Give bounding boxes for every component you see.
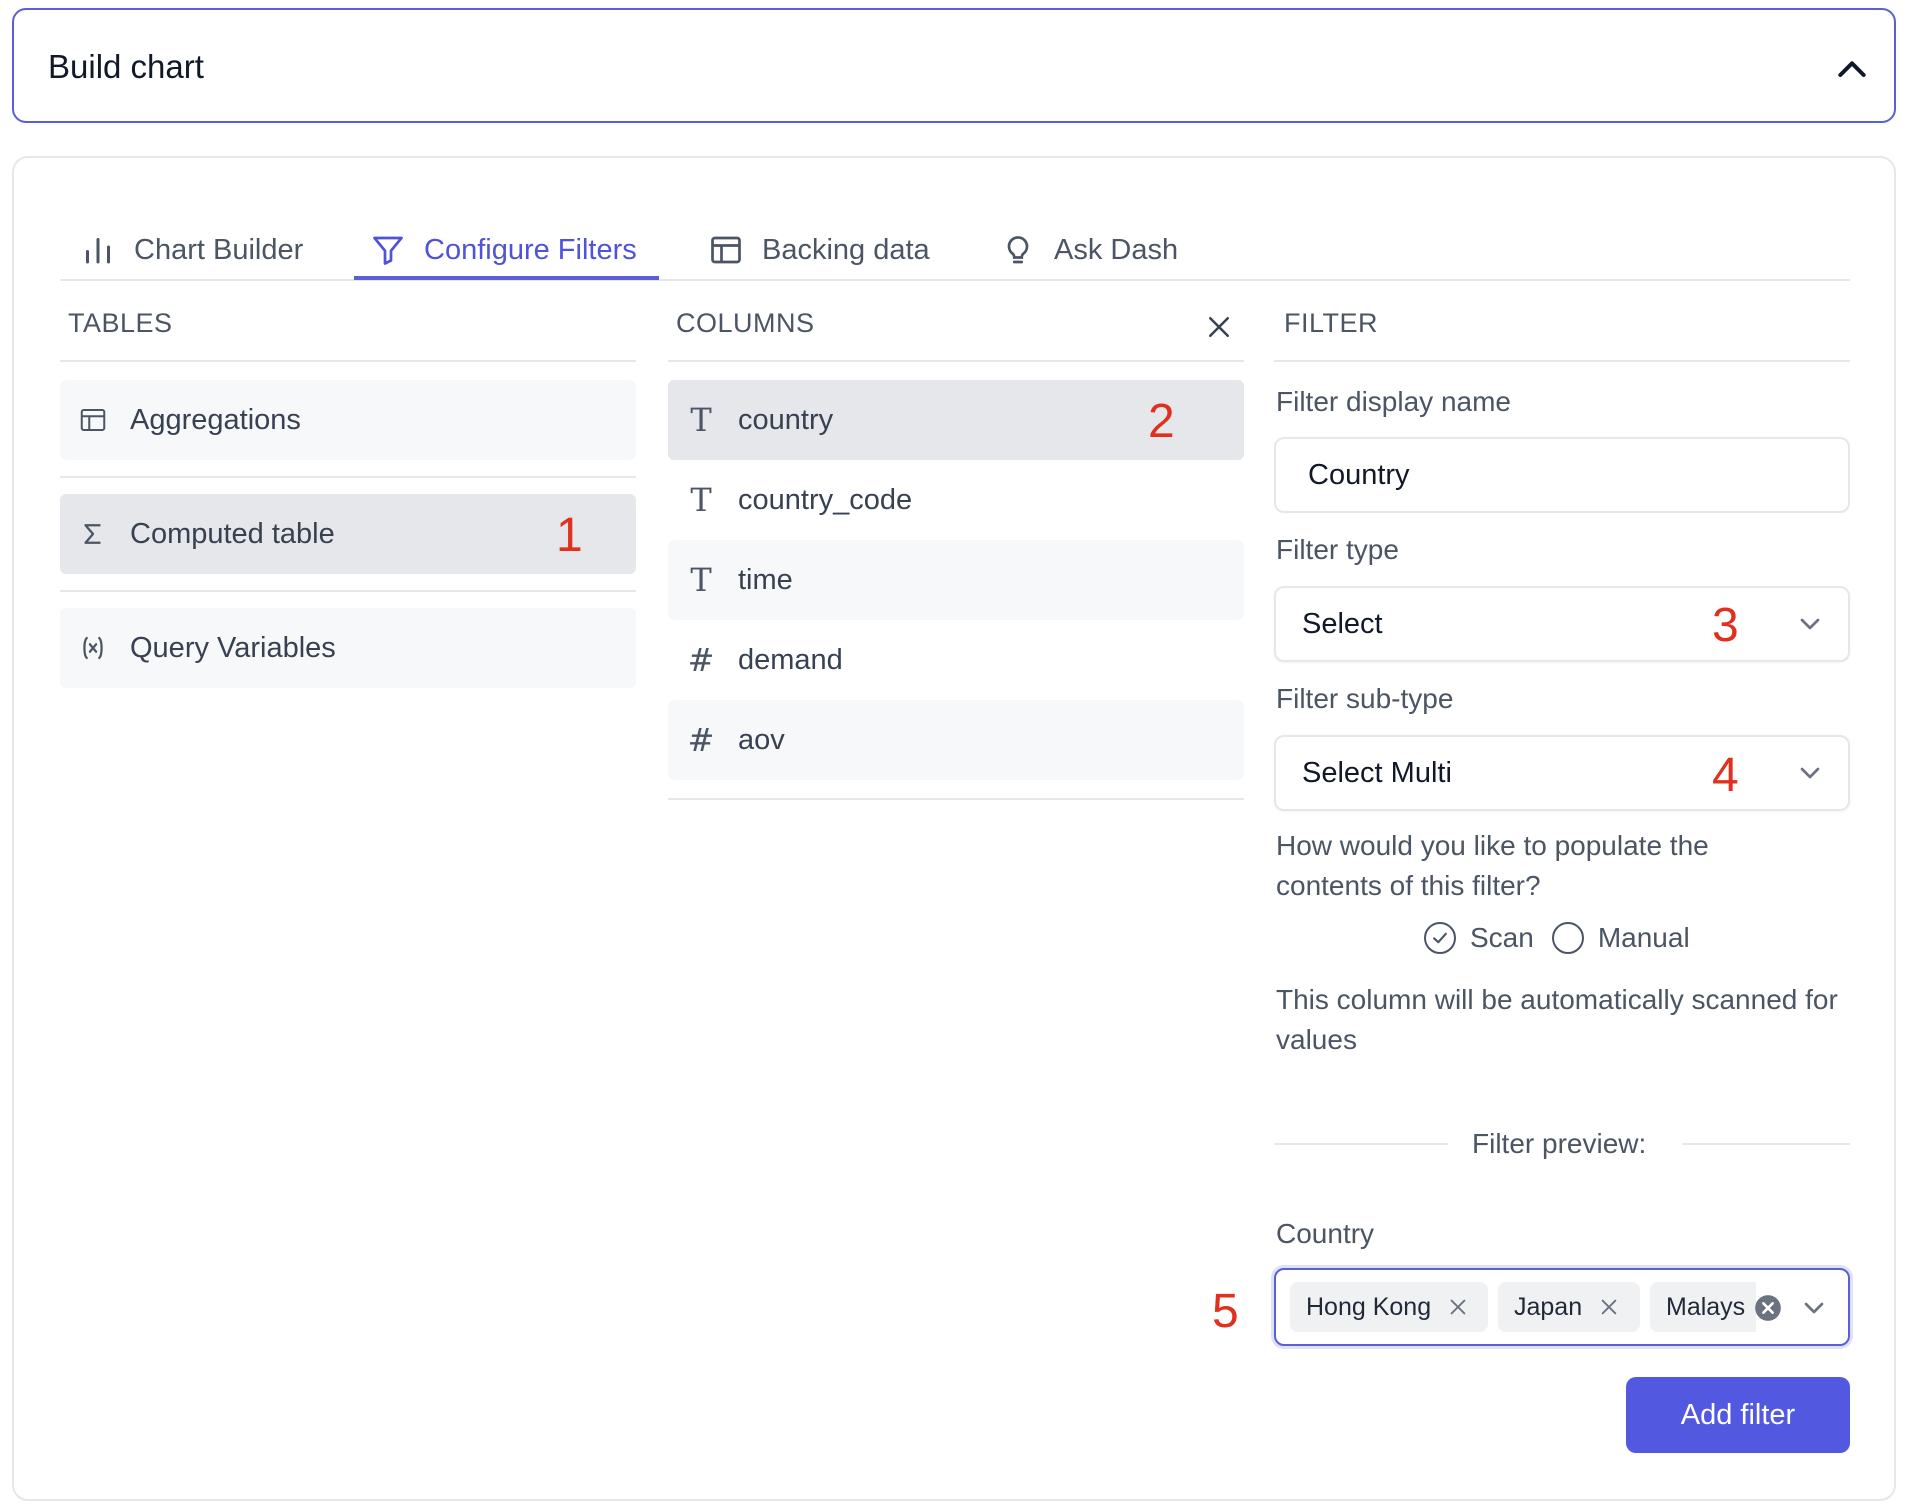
chip-malaysia: Malays (1650, 1282, 1756, 1332)
variable-icon (83, 636, 103, 660)
filter-display-name-input[interactable]: Country (1274, 437, 1850, 513)
column-item-label: time (738, 563, 793, 596)
chip-label: Hong Kong (1306, 1292, 1432, 1321)
remove-chip-icon[interactable] (1598, 1296, 1620, 1318)
preview-divider-left (1274, 1143, 1448, 1145)
chip-label: Japan (1514, 1292, 1583, 1321)
scan-radio-label[interactable]: Scan (1470, 922, 1534, 954)
lightbulb-icon (1007, 236, 1029, 264)
filter-subtype-label: Filter sub-type (1276, 683, 1454, 714)
chip-japan: Japan (1498, 1282, 1640, 1332)
tab-label: Configure Filters (424, 233, 637, 266)
manual-radio-label[interactable]: Manual (1598, 922, 1690, 954)
table-item-query-variables[interactable]: Query Variables (60, 608, 636, 688)
column-item-demand[interactable]: # demand (668, 620, 1244, 700)
columns-bottom-divider (668, 798, 1244, 800)
text-type-icon: T (690, 401, 712, 439)
filter-type-select[interactable]: Select (1274, 586, 1850, 662)
text-type-icon: T (690, 481, 712, 519)
annotation-number-5: 5 (1212, 1285, 1239, 1338)
clear-all-icon[interactable] (1754, 1294, 1782, 1322)
preview-divider-right (1682, 1143, 1850, 1145)
columns-heading-divider (668, 360, 1244, 362)
filter-subtype-value: Select Multi (1302, 756, 1452, 789)
number-type-icon: # (687, 641, 715, 679)
annotation-number-4: 4 (1712, 749, 1739, 802)
tables-heading-divider (60, 360, 636, 362)
chevron-down-icon (1800, 618, 1820, 630)
annotation-number-2: 2 (1148, 395, 1175, 448)
filter-subtype-select[interactable]: Select Multi (1274, 735, 1850, 811)
populate-radio-group: Scan Manual (1424, 922, 1690, 954)
chevron-up-icon[interactable] (1832, 50, 1872, 90)
tab-label: Backing data (762, 233, 930, 266)
column-item-label: country (738, 403, 834, 436)
filter-display-name-label: Filter display name (1276, 386, 1511, 417)
table-item-computed-table[interactable]: Computed table (60, 494, 636, 574)
tab-chart-builder[interactable]: Chart Builder (80, 218, 303, 282)
chevron-down-icon[interactable] (1798, 1292, 1830, 1324)
chip-hong-kong: Hong Kong (1290, 1282, 1488, 1332)
filter-heading: FILTER (1284, 308, 1379, 338)
column-item-country-code[interactable]: T country_code (668, 460, 1244, 540)
populate-question: How would you like to populate the conte… (1276, 830, 1709, 901)
chip-label: Malays (1666, 1292, 1746, 1321)
filter-type-label: Filter type (1276, 534, 1399, 565)
column-item-time[interactable]: T time (668, 540, 1244, 620)
column-item-label: aov (738, 723, 785, 756)
check-icon (1433, 932, 1447, 944)
table-icon (80, 409, 106, 431)
column-item-label: demand (738, 643, 843, 676)
tab-label: Ask Dash (1054, 233, 1179, 266)
table-item-label: Computed table (130, 517, 335, 550)
tab-configure-filters[interactable]: Configure Filters (370, 218, 637, 282)
table-icon (711, 236, 741, 264)
add-filter-button[interactable]: Add filter (1626, 1377, 1850, 1453)
filter-icon (373, 236, 403, 265)
manual-radio[interactable] (1551, 922, 1584, 954)
filter-preview-multiselect[interactable]: Hong Kong Japan Malays (1274, 1268, 1850, 1346)
columns-heading: COLUMNS (676, 308, 815, 338)
table-divider (60, 476, 636, 478)
filter-preview-label: Country (1276, 1218, 1375, 1249)
table-item-label: Query Variables (130, 631, 336, 664)
text-type-icon: T (690, 561, 712, 599)
header-title: Build chart (48, 48, 204, 85)
tab-backing-data[interactable]: Backing data (708, 218, 930, 282)
annotation-number-1: 1 (556, 509, 583, 562)
active-tab-indicator (354, 276, 659, 280)
tables-heading: TABLES (68, 308, 173, 338)
tab-label: Chart Builder (134, 233, 304, 266)
build-chart-header[interactable]: Build chart (12, 8, 1896, 123)
scan-radio[interactable] (1424, 922, 1456, 954)
filter-type-value: Select (1302, 607, 1383, 640)
filter-preview-heading: Filter preview: (1472, 1128, 1647, 1159)
table-item-label: Aggregations (130, 403, 301, 436)
tab-ask-dash[interactable]: Ask Dash (1000, 218, 1178, 282)
remove-chip-icon[interactable] (1447, 1296, 1469, 1318)
table-item-aggregations[interactable]: Aggregations (60, 380, 636, 460)
scan-note: This column will be automatically scanne… (1276, 984, 1838, 1055)
bar-chart-icon (86, 238, 110, 264)
table-divider (60, 590, 636, 592)
number-type-icon: # (687, 721, 715, 759)
filter-heading-divider (1274, 360, 1850, 362)
close-icon[interactable] (1204, 312, 1234, 342)
chevron-down-icon (1800, 767, 1820, 779)
filter-display-name-value: Country (1308, 458, 1410, 491)
column-item-aov[interactable]: # aov (668, 700, 1244, 780)
annotation-number-3: 3 (1712, 599, 1739, 652)
column-item-label: country_code (738, 483, 913, 516)
sigma-icon (84, 524, 101, 544)
tabs-divider (60, 279, 1850, 281)
